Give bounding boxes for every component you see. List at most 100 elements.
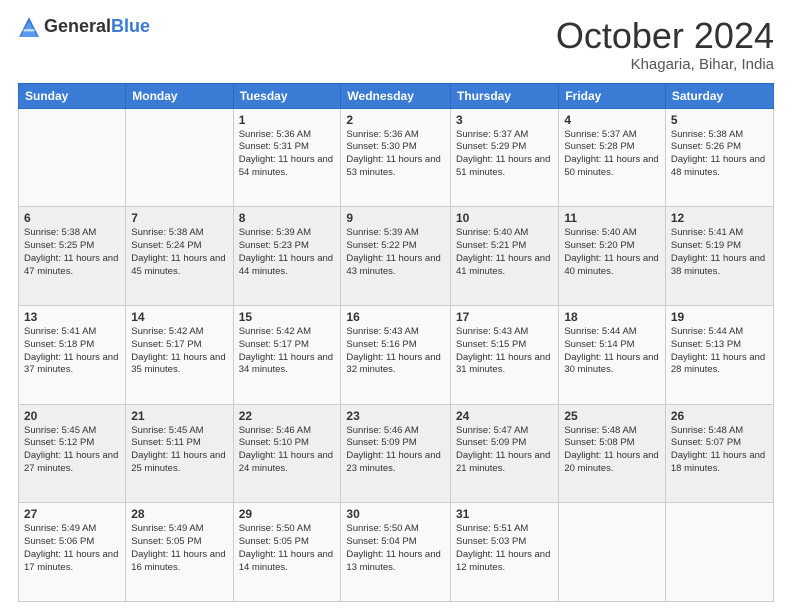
week-row-4: 20 Sunrise: 5:45 AM Sunset: 5:12 PM Dayli… xyxy=(19,404,774,503)
day-info: Sunrise: 5:44 AM Sunset: 5:13 PM Dayligh… xyxy=(671,326,768,377)
day-cell: 12 Sunrise: 5:41 AM Sunset: 5:19 PM Dayli… xyxy=(665,207,773,306)
day-cell: 11 Sunrise: 5:40 AM Sunset: 5:20 PM Dayli… xyxy=(559,207,666,306)
month-title: October 2024 xyxy=(556,16,774,56)
day-info: Sunrise: 5:39 AM Sunset: 5:23 PM Dayligh… xyxy=(239,227,336,278)
day-cell: 20 Sunrise: 5:45 AM Sunset: 5:12 PM Dayli… xyxy=(19,404,126,503)
col-header-saturday: Saturday xyxy=(665,83,773,108)
header: GeneralBlue October 2024 Khagaria, Bihar… xyxy=(18,16,774,73)
day-cell: 22Sunrise: 5:46 AM Sunset: 5:10 PM Dayli… xyxy=(233,404,341,503)
day-cell: 7 Sunrise: 5:38 AM Sunset: 5:24 PM Daylig… xyxy=(126,207,233,306)
day-info: Sunrise: 5:42 AM Sunset: 5:17 PM Dayligh… xyxy=(239,326,336,377)
day-cell: 13 Sunrise: 5:41 AM Sunset: 5:18 PM Dayli… xyxy=(19,305,126,404)
day-cell: 30 Sunrise: 5:50 AM Sunset: 5:04 PM Dayli… xyxy=(341,503,451,602)
day-info: Sunrise: 5:36 AM Sunset: 5:30 PM Dayligh… xyxy=(346,129,445,180)
week-row-3: 13 Sunrise: 5:41 AM Sunset: 5:18 PM Dayli… xyxy=(19,305,774,404)
day-cell xyxy=(126,108,233,207)
title-block: October 2024 Khagaria, Bihar, India xyxy=(556,16,774,73)
day-number: 21 xyxy=(131,409,227,423)
day-number: 29 xyxy=(239,507,336,521)
day-number: 8 xyxy=(239,211,336,225)
day-cell: 26 Sunrise: 5:48 AM Sunset: 5:07 PM Dayli… xyxy=(665,404,773,503)
day-cell: 28 Sunrise: 5:49 AM Sunset: 5:05 PM Dayli… xyxy=(126,503,233,602)
page: GeneralBlue October 2024 Khagaria, Bihar… xyxy=(0,0,792,612)
day-info: Sunrise: 5:37 AM Sunset: 5:28 PM Dayligh… xyxy=(564,129,660,180)
day-number: 31 xyxy=(456,507,553,521)
day-info: Sunrise: 5:48 AM Sunset: 5:07 PM Dayligh… xyxy=(671,425,768,476)
day-number: 27 xyxy=(24,507,120,521)
day-cell: 6Sunrise: 5:38 AM Sunset: 5:25 PM Daylig… xyxy=(19,207,126,306)
logo-text: GeneralBlue xyxy=(44,17,150,37)
day-number: 25 xyxy=(564,409,660,423)
day-info: Sunrise: 5:44 AM Sunset: 5:14 PM Dayligh… xyxy=(564,326,660,377)
day-number: 19 xyxy=(671,310,768,324)
col-header-wednesday: Wednesday xyxy=(341,83,451,108)
day-cell: 1 Sunrise: 5:36 AM Sunset: 5:31 PM Daylig… xyxy=(233,108,341,207)
day-number: 24 xyxy=(456,409,553,423)
day-info: Sunrise: 5:43 AM Sunset: 5:16 PM Dayligh… xyxy=(346,326,445,377)
day-info: Sunrise: 5:50 AM Sunset: 5:05 PM Dayligh… xyxy=(239,523,336,574)
logo-general: General xyxy=(44,16,111,36)
day-cell: 15Sunrise: 5:42 AM Sunset: 5:17 PM Dayli… xyxy=(233,305,341,404)
day-number: 20 xyxy=(24,409,120,423)
day-info: Sunrise: 5:47 AM Sunset: 5:09 PM Dayligh… xyxy=(456,425,553,476)
day-info: Sunrise: 5:42 AM Sunset: 5:17 PM Dayligh… xyxy=(131,326,227,377)
day-number: 10 xyxy=(456,211,553,225)
logo-blue: Blue xyxy=(111,16,150,36)
header-row: SundayMondayTuesdayWednesdayThursdayFrid… xyxy=(19,83,774,108)
day-number: 26 xyxy=(671,409,768,423)
day-number: 17 xyxy=(456,310,553,324)
col-header-sunday: Sunday xyxy=(19,83,126,108)
day-number: 13 xyxy=(24,310,120,324)
day-info: Sunrise: 5:51 AM Sunset: 5:03 PM Dayligh… xyxy=(456,523,553,574)
day-cell: 16 Sunrise: 5:43 AM Sunset: 5:16 PM Dayli… xyxy=(341,305,451,404)
day-info: Sunrise: 5:45 AM Sunset: 5:12 PM Dayligh… xyxy=(24,425,120,476)
day-info: Sunrise: 5:38 AM Sunset: 5:26 PM Dayligh… xyxy=(671,129,768,180)
day-cell: 2 Sunrise: 5:36 AM Sunset: 5:30 PM Daylig… xyxy=(341,108,451,207)
day-info: Sunrise: 5:46 AM Sunset: 5:09 PM Dayligh… xyxy=(346,425,445,476)
day-number: 22 xyxy=(239,409,336,423)
day-number: 14 xyxy=(131,310,227,324)
day-number: 1 xyxy=(239,113,336,127)
day-info: Sunrise: 5:39 AM Sunset: 5:22 PM Dayligh… xyxy=(346,227,445,278)
week-row-1: 1 Sunrise: 5:36 AM Sunset: 5:31 PM Daylig… xyxy=(19,108,774,207)
day-info: Sunrise: 5:38 AM Sunset: 5:25 PM Dayligh… xyxy=(24,227,120,278)
col-header-tuesday: Tuesday xyxy=(233,83,341,108)
day-info: Sunrise: 5:41 AM Sunset: 5:18 PM Dayligh… xyxy=(24,326,120,377)
day-cell: 10 Sunrise: 5:40 AM Sunset: 5:21 PM Dayli… xyxy=(451,207,559,306)
day-number: 4 xyxy=(564,113,660,127)
day-number: 3 xyxy=(456,113,553,127)
day-cell xyxy=(559,503,666,602)
day-info: Sunrise: 5:43 AM Sunset: 5:15 PM Dayligh… xyxy=(456,326,553,377)
day-info: Sunrise: 5:48 AM Sunset: 5:08 PM Dayligh… xyxy=(564,425,660,476)
day-number: 30 xyxy=(346,507,445,521)
day-number: 16 xyxy=(346,310,445,324)
day-number: 11 xyxy=(564,211,660,225)
day-cell: 5 Sunrise: 5:38 AM Sunset: 5:26 PM Daylig… xyxy=(665,108,773,207)
day-cell xyxy=(665,503,773,602)
day-cell: 24 Sunrise: 5:47 AM Sunset: 5:09 PM Dayli… xyxy=(451,404,559,503)
day-number: 28 xyxy=(131,507,227,521)
week-row-5: 27 Sunrise: 5:49 AM Sunset: 5:06 PM Dayli… xyxy=(19,503,774,602)
day-info: Sunrise: 5:37 AM Sunset: 5:29 PM Dayligh… xyxy=(456,129,553,180)
day-info: Sunrise: 5:45 AM Sunset: 5:11 PM Dayligh… xyxy=(131,425,227,476)
day-info: Sunrise: 5:40 AM Sunset: 5:20 PM Dayligh… xyxy=(564,227,660,278)
day-info: Sunrise: 5:50 AM Sunset: 5:04 PM Dayligh… xyxy=(346,523,445,574)
day-info: Sunrise: 5:41 AM Sunset: 5:19 PM Dayligh… xyxy=(671,227,768,278)
day-number: 23 xyxy=(346,409,445,423)
day-info: Sunrise: 5:49 AM Sunset: 5:05 PM Dayligh… xyxy=(131,523,227,574)
day-cell: 8 Sunrise: 5:39 AM Sunset: 5:23 PM Daylig… xyxy=(233,207,341,306)
day-number: 7 xyxy=(131,211,227,225)
day-info: Sunrise: 5:38 AM Sunset: 5:24 PM Dayligh… xyxy=(131,227,227,278)
day-info: Sunrise: 5:36 AM Sunset: 5:31 PM Dayligh… xyxy=(239,129,336,180)
day-cell: 29 Sunrise: 5:50 AM Sunset: 5:05 PM Dayli… xyxy=(233,503,341,602)
day-number: 2 xyxy=(346,113,445,127)
day-info: Sunrise: 5:49 AM Sunset: 5:06 PM Dayligh… xyxy=(24,523,120,574)
day-number: 12 xyxy=(671,211,768,225)
week-row-2: 6Sunrise: 5:38 AM Sunset: 5:25 PM Daylig… xyxy=(19,207,774,306)
day-cell: 27 Sunrise: 5:49 AM Sunset: 5:06 PM Dayli… xyxy=(19,503,126,602)
day-info: Sunrise: 5:40 AM Sunset: 5:21 PM Dayligh… xyxy=(456,227,553,278)
logo: GeneralBlue xyxy=(18,16,150,38)
day-cell: 9Sunrise: 5:39 AM Sunset: 5:22 PM Daylig… xyxy=(341,207,451,306)
day-number: 5 xyxy=(671,113,768,127)
day-cell: 14 Sunrise: 5:42 AM Sunset: 5:17 PM Dayli… xyxy=(126,305,233,404)
